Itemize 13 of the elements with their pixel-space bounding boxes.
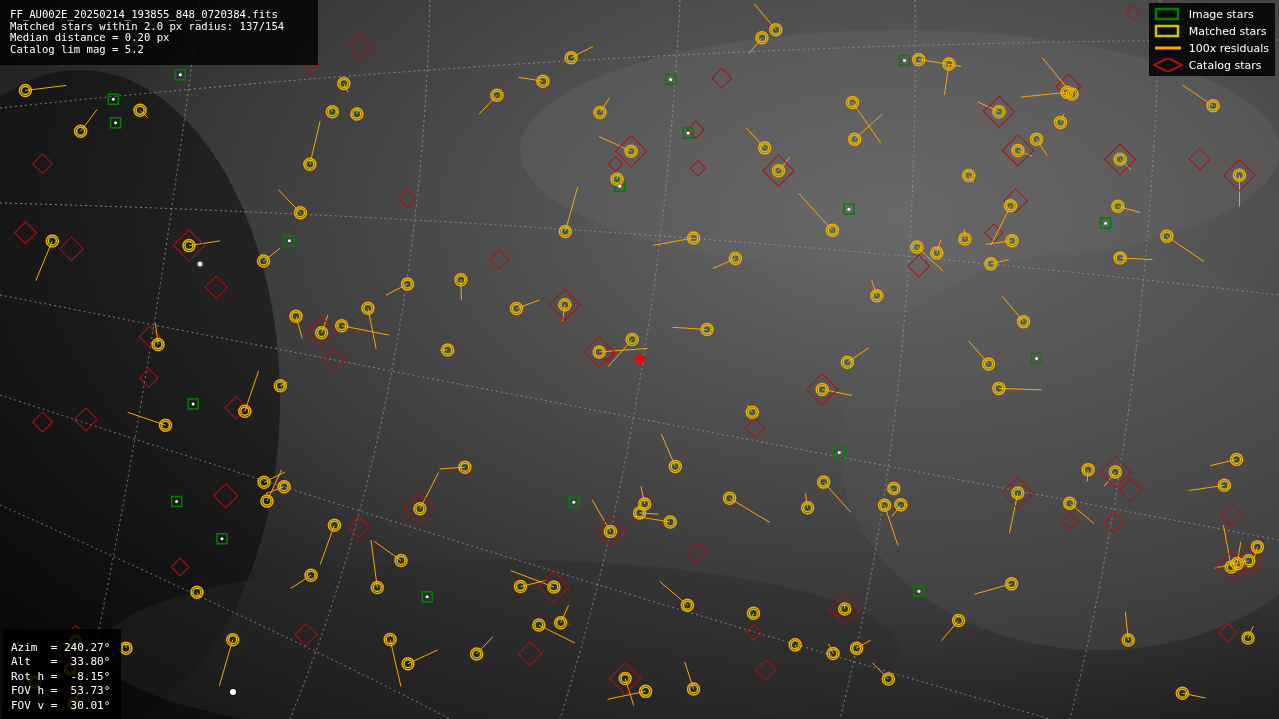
info-text: Catalog lim mag = 5.2 [10,43,145,55]
pointing-text: Azim = 240.27° [11,640,111,655]
legend-label: Matched stars [1188,24,1267,38]
pointing-text: Alt = 33.80° [11,655,111,670]
legend-label: Catalog stars [1188,58,1262,72]
info-text: FF_AU002E_20250214_193855_848_0720384.fits [10,9,279,21]
info-text: Median distance = 0.20 px [10,32,170,44]
pointing-text: FOV h = 53.73° [11,684,111,699]
legend-label: Image stars [1188,7,1254,21]
pointing-text: FOV v = 30.01° [11,698,111,713]
info-text: Matched stars within 2.0 px radius: 137/154 [10,20,286,32]
pointing-text: Rot h = -8.15° [11,669,111,684]
legend-label: 100x residuals [1188,41,1269,55]
